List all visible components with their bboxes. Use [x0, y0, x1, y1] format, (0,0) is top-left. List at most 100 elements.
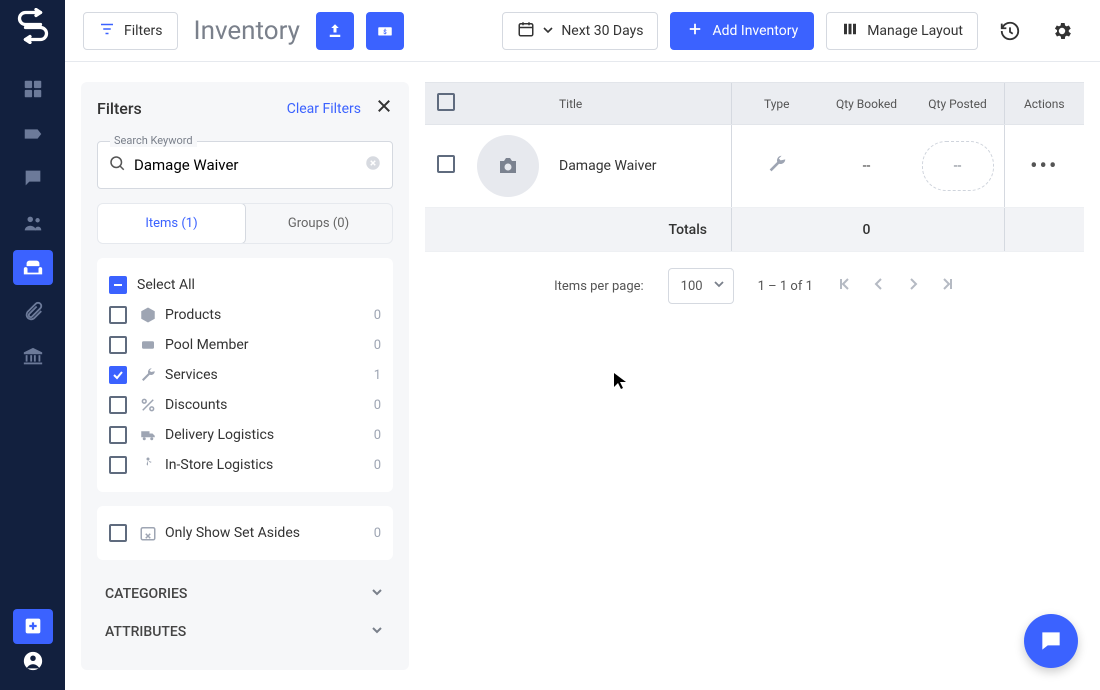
- wrench-icon: [766, 153, 788, 175]
- close-filters-button[interactable]: [375, 96, 393, 121]
- totals-label: Totals: [549, 208, 732, 252]
- settings-button[interactable]: [1042, 11, 1082, 51]
- qty-booked-cell: --: [822, 125, 912, 208]
- chevron-down-icon: [369, 622, 385, 642]
- columns-icon: [841, 20, 859, 42]
- chat-help-button[interactable]: [1024, 614, 1078, 668]
- filter-products[interactable]: Products 0: [109, 300, 381, 330]
- header-checkbox[interactable]: [437, 93, 455, 111]
- totals-row: Totals 0: [425, 208, 1084, 252]
- item-thumbnail[interactable]: [477, 135, 539, 197]
- page-size-value: 100: [681, 279, 703, 294]
- table-row[interactable]: Damage Waiver -- --: [425, 125, 1084, 208]
- checkbox[interactable]: [109, 306, 127, 324]
- last-page-button[interactable]: [939, 276, 955, 296]
- filter-label: Delivery Logistics: [165, 427, 274, 443]
- clear-filters-link[interactable]: Clear Filters: [287, 101, 361, 117]
- row-more-button[interactable]: •••: [1030, 154, 1058, 179]
- nav-dashboard[interactable]: [13, 72, 53, 107]
- filter-discounts[interactable]: Discounts 0: [109, 390, 381, 420]
- first-page-button[interactable]: [837, 276, 853, 296]
- checkbox[interactable]: [109, 396, 127, 414]
- type-filter-list: Select All Products 0 Pool Member 0: [97, 258, 393, 492]
- checkbox-indeterminate[interactable]: [109, 276, 127, 294]
- date-range-label: Next 30 Days: [561, 23, 643, 39]
- filter-select-all[interactable]: Select All: [109, 270, 381, 300]
- chevron-down-icon: [369, 584, 385, 604]
- qty-posted-pill[interactable]: --: [922, 141, 994, 191]
- checkbox-checked[interactable]: [109, 366, 127, 384]
- filter-pool-member[interactable]: Pool Member 0: [109, 330, 381, 360]
- filters-toggle[interactable]: Filters: [83, 12, 178, 50]
- filter-count: 1: [374, 368, 381, 383]
- nav-messages[interactable]: [13, 161, 53, 196]
- search-box[interactable]: Search Keyword: [97, 141, 393, 189]
- tab-items[interactable]: Items (1): [97, 203, 246, 244]
- manage-layout-label: Manage Layout: [867, 23, 963, 39]
- dashboard-icon: [22, 78, 44, 100]
- date-range-button[interactable]: Next 30 Days: [502, 12, 658, 50]
- tab-groups[interactable]: Groups (0): [245, 204, 392, 243]
- clear-icon: [364, 154, 382, 172]
- chevron-right-icon: [905, 276, 921, 292]
- attributes-label: ATTRIBUTES: [105, 624, 186, 640]
- cube-icon: [137, 306, 159, 324]
- filter-count: 0: [374, 398, 381, 413]
- nav-bank[interactable]: [13, 339, 53, 374]
- nav-inventory[interactable]: [13, 250, 53, 285]
- account-button[interactable]: [13, 644, 53, 679]
- nav-attachments[interactable]: [13, 295, 53, 330]
- nav-tags[interactable]: [13, 117, 53, 152]
- calendar-icon: [517, 20, 535, 42]
- col-qty-booked[interactable]: Qty Booked: [822, 83, 912, 125]
- page-size-select[interactable]: 100: [668, 268, 734, 304]
- col-actions[interactable]: Actions: [1004, 83, 1084, 125]
- global-add-button[interactable]: [13, 609, 53, 644]
- row-checkbox[interactable]: [437, 155, 455, 173]
- people-icon: [22, 212, 44, 234]
- search-input[interactable]: [134, 156, 364, 174]
- filter-icon: [98, 20, 116, 42]
- manage-layout-button[interactable]: Manage Layout: [826, 12, 978, 50]
- chat-icon: [1038, 628, 1064, 654]
- next-page-button[interactable]: [905, 276, 921, 296]
- checkbox[interactable]: [109, 524, 127, 542]
- checkbox[interactable]: [109, 336, 127, 354]
- col-type[interactable]: Type: [732, 83, 822, 125]
- upload-button[interactable]: [316, 12, 354, 50]
- history-icon: [999, 20, 1021, 42]
- filter-set-asides[interactable]: Only Show Set Asides 0: [109, 518, 381, 548]
- first-page-icon: [837, 276, 853, 292]
- clear-search-button[interactable]: [364, 154, 382, 176]
- counter-icon: [137, 336, 159, 354]
- app-logo[interactable]: [15, 8, 51, 44]
- prev-page-button[interactable]: [871, 276, 887, 296]
- message-icon: [22, 167, 44, 189]
- upload-icon: [326, 22, 344, 40]
- filter-instore[interactable]: In-Store Logistics 0: [109, 450, 381, 480]
- filter-tabs: Items (1) Groups (0): [97, 203, 393, 244]
- col-qty-posted[interactable]: Qty Posted: [912, 83, 1005, 125]
- close-icon: [375, 97, 393, 115]
- filter-label: In-Store Logistics: [165, 457, 273, 473]
- wrench-icon: [137, 366, 159, 384]
- filter-delivery[interactable]: Delivery Logistics 0: [109, 420, 381, 450]
- add-inventory-button[interactable]: Add Inventory: [670, 12, 814, 50]
- page-title: Inventory: [194, 16, 300, 46]
- history-button[interactable]: [990, 11, 1030, 51]
- filter-label: Products: [165, 307, 221, 323]
- nav-contacts[interactable]: [13, 206, 53, 241]
- pricing-button[interactable]: $: [366, 12, 404, 50]
- col-title[interactable]: Title: [549, 83, 732, 125]
- checkbox[interactable]: [109, 426, 127, 444]
- categories-section[interactable]: CATEGORIES: [81, 560, 409, 610]
- camera-icon: [496, 154, 520, 178]
- percent-icon: [137, 396, 159, 414]
- chevron-left-icon: [871, 276, 887, 292]
- attributes-section[interactable]: ATTRIBUTES: [81, 610, 409, 648]
- checkbox[interactable]: [109, 456, 127, 474]
- filter-services[interactable]: Services 1: [109, 360, 381, 390]
- filters-panel: Filters Clear Filters Search Keyword: [81, 82, 409, 670]
- filter-count: 0: [374, 428, 381, 443]
- paginator: Items per page: 100 1 – 1 of 1: [425, 252, 1084, 320]
